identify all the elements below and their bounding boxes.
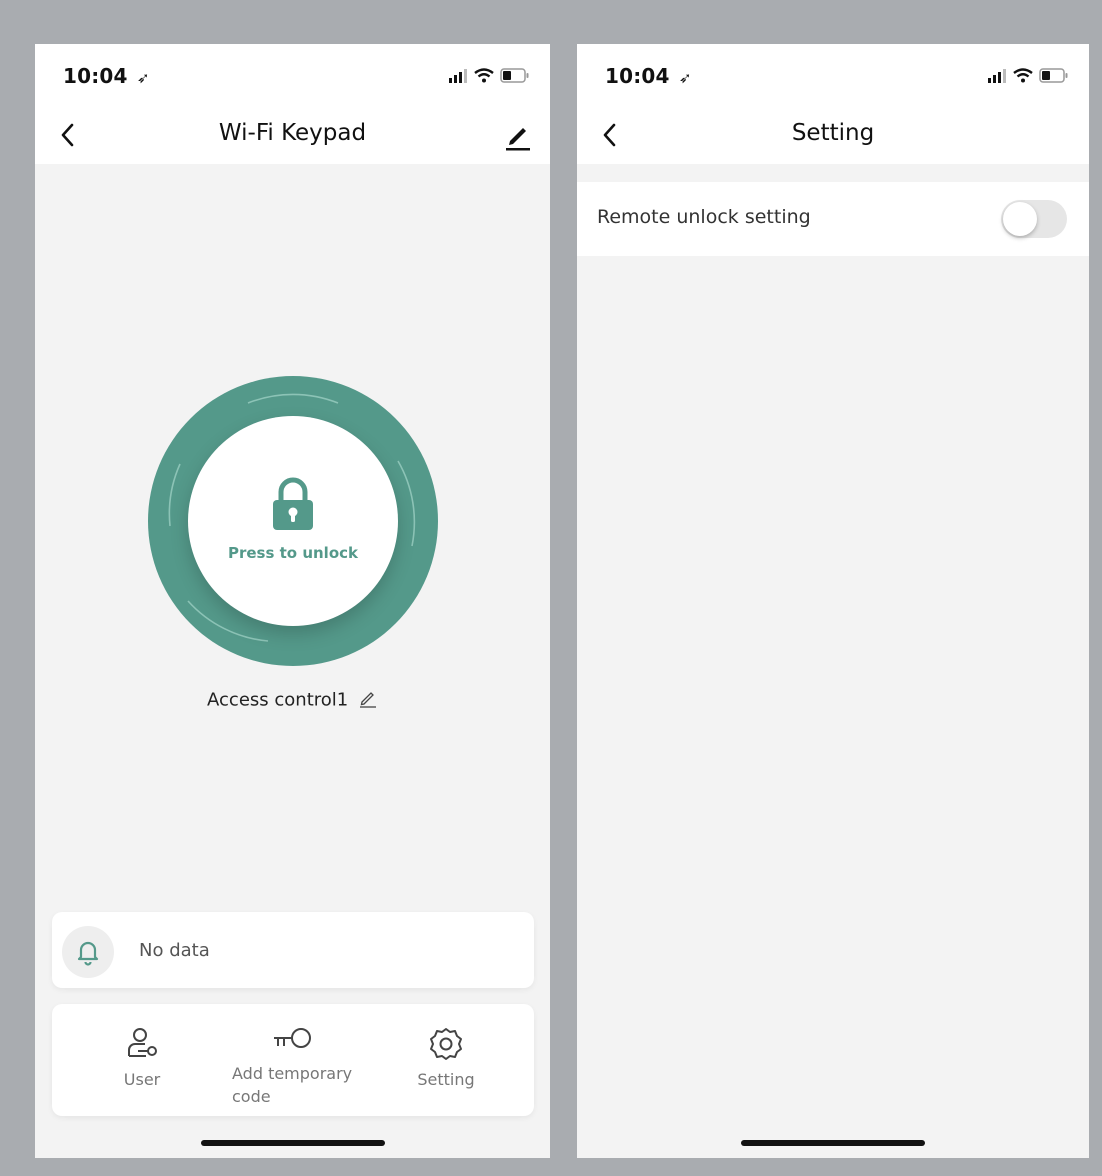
location-arrow-icon: ➶ bbox=[678, 69, 692, 87]
page-title: Wi-Fi Keypad bbox=[218, 120, 367, 146]
user-key-icon bbox=[128, 1028, 157, 1057]
bell-badge bbox=[62, 926, 114, 978]
status-icons bbox=[448, 68, 530, 83]
status-icons bbox=[987, 68, 1069, 83]
top-bar: 10:04 ➶ Setting bbox=[577, 44, 1089, 164]
signal-icon bbox=[988, 68, 1006, 83]
remote-unlock-setting-row: Remote unlock setting bbox=[577, 182, 1089, 256]
pencil-icon bbox=[506, 128, 530, 151]
notification-card[interactable]: No data bbox=[52, 912, 534, 988]
battery-icon bbox=[1039, 68, 1068, 83]
setting-screen: 10:04 ➶ Setting Remote unlock setting bbox=[577, 44, 1089, 1158]
notification-text: No data bbox=[139, 940, 210, 961]
action-bar: User Add temporary code Setting bbox=[52, 1004, 534, 1116]
device-name-text: Access control1 bbox=[207, 689, 349, 711]
status-time-text: 10:04 bbox=[605, 64, 670, 88]
setting-label: Setting bbox=[417, 1070, 475, 1089]
remote-unlock-toggle[interactable] bbox=[1001, 200, 1067, 238]
home-indicator[interactable] bbox=[201, 1140, 385, 1146]
location-arrow-icon: ➶ bbox=[136, 69, 150, 87]
add-temporary-code-label: Add temporary code bbox=[232, 1064, 353, 1106]
setting-button[interactable]: Setting bbox=[410, 1026, 482, 1091]
padlock-icon bbox=[273, 477, 313, 530]
gear-icon bbox=[430, 1028, 462, 1060]
toggle-knob bbox=[1003, 202, 1037, 236]
signal-icon bbox=[449, 68, 467, 83]
rename-pencil-icon[interactable] bbox=[358, 688, 378, 713]
device-name: Access control1 bbox=[35, 688, 550, 713]
user-label: User bbox=[123, 1070, 161, 1089]
battery-icon bbox=[500, 68, 529, 83]
press-to-unlock-label: Press to unlock bbox=[227, 544, 358, 562]
edit-button[interactable] bbox=[502, 120, 534, 152]
status-time: 10:04 ➶ bbox=[605, 64, 692, 88]
add-temporary-code-button[interactable]: Add temporary code bbox=[232, 1026, 372, 1108]
user-button[interactable]: User bbox=[112, 1026, 172, 1091]
status-time-text: 10:04 bbox=[63, 64, 128, 88]
unlock-inner-circle: Press to unlock bbox=[188, 416, 398, 626]
top-bar: 10:04 ➶ Wi-Fi Keypad bbox=[35, 44, 550, 164]
remote-unlock-setting-label: Remote unlock setting bbox=[597, 206, 811, 228]
key-icon bbox=[274, 1028, 311, 1048]
unlock-button[interactable]: Press to unlock bbox=[148, 376, 438, 666]
bell-icon bbox=[77, 941, 99, 966]
wifi-keypad-screen: 10:04 ➶ Wi-Fi Keypad Press to unlock Acc… bbox=[35, 44, 550, 1158]
wifi-icon bbox=[1013, 68, 1033, 83]
page-title: Setting bbox=[791, 120, 875, 146]
status-time: 10:04 ➶ bbox=[63, 64, 150, 88]
wifi-icon bbox=[474, 68, 494, 83]
home-indicator[interactable] bbox=[741, 1140, 925, 1146]
